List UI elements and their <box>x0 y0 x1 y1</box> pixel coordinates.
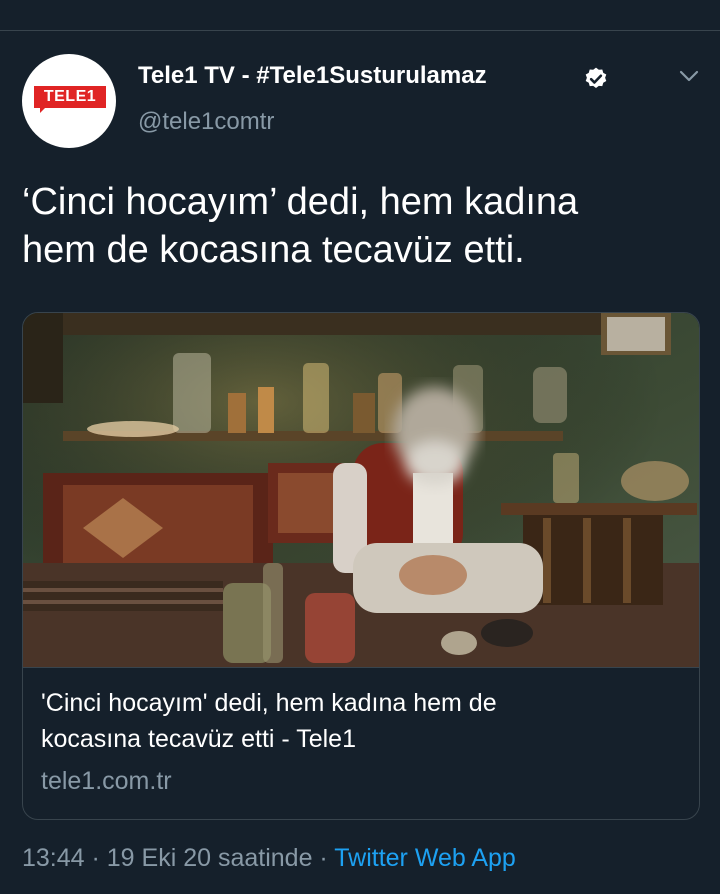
tele1-logo: TELE1 <box>34 86 106 108</box>
tweet-date[interactable]: 19 Eki 20 saatinde <box>107 844 313 872</box>
chevron-down-icon[interactable] <box>678 68 700 84</box>
verified-badge-icon <box>585 67 607 88</box>
account-handle[interactable]: @tele1comtr <box>138 108 274 136</box>
card-title-line: 'Cinci hocayım' dedi, hem kadına hem de <box>41 689 497 717</box>
card-divider <box>23 667 699 668</box>
tweet-text-line: ‘Cinci hocayım’ dedi, hem kadına <box>22 181 579 223</box>
link-card-image[interactable] <box>23 313 699 667</box>
card-title-line: kocasına tecavüz etti - Tele1 <box>41 725 356 753</box>
avatar[interactable]: TELE1 <box>22 54 116 148</box>
logo-tail <box>40 107 52 113</box>
link-card[interactable]: 'Cinci hocayım' dedi, hem kadına hem de … <box>22 312 700 820</box>
link-card-domain: tele1.com.tr <box>41 767 172 795</box>
meta-separator: · <box>84 844 107 872</box>
meta-separator: · <box>312 844 335 872</box>
tweet-text: ‘Cinci hocayım’ dedi, hem kadına hem de … <box>22 178 702 274</box>
top-divider <box>0 30 720 31</box>
display-name[interactable]: Tele1 TV - #Tele1Susturulamaz <box>138 62 487 90</box>
tweet-time[interactable]: 13:44 <box>22 844 85 872</box>
tweet-source-link[interactable]: Twitter Web App <box>334 844 516 872</box>
tweet-text-line: hem de kocasına tecavüz etti. <box>22 229 525 271</box>
link-card-title[interactable]: 'Cinci hocayım' dedi, hem kadına hem de … <box>41 685 681 757</box>
tweet-meta: 13:44 · 19 Eki 20 saatinde · Twitter Web… <box>22 844 516 873</box>
